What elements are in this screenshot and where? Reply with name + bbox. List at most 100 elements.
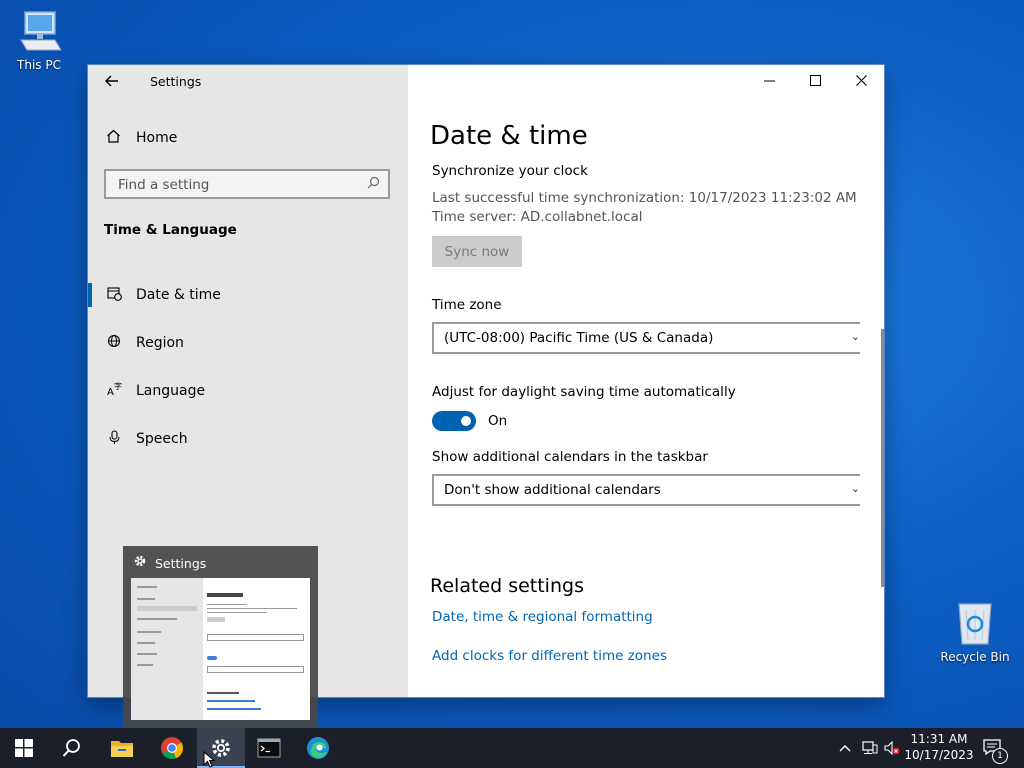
thumbnail-title: Settings — [155, 555, 207, 571]
chevron-up-icon — [839, 745, 851, 752]
mouse-cursor-icon — [203, 751, 215, 768]
preview-line — [137, 642, 155, 644]
sidebar-item-region[interactable]: Region — [88, 319, 408, 367]
recycle-bin-desktop-icon[interactable]: Recycle Bin — [940, 602, 1010, 664]
maximize-button[interactable] — [792, 65, 838, 99]
back-button[interactable] — [102, 73, 122, 91]
preview-line — [137, 586, 157, 588]
gear-icon — [133, 554, 147, 572]
svg-text:A: A — [107, 387, 114, 397]
preview-line — [207, 604, 247, 605]
calendars-dropdown[interactable]: Don't show additional calendars ⌄ — [432, 474, 860, 506]
search-box[interactable] — [104, 169, 390, 199]
calendar-clock-icon — [105, 286, 123, 305]
timezone-value: (UTC-08:00) Pacific Time (US & Canada) — [444, 330, 714, 346]
preview-line — [137, 631, 161, 633]
minimize-icon — [763, 80, 775, 82]
preview-line — [207, 617, 225, 622]
section-heading: Time & Language — [104, 222, 237, 238]
terminal-button[interactable] — [245, 728, 293, 768]
preview-line — [207, 692, 239, 694]
formatting-link[interactable]: Date, time & regional formatting — [432, 609, 653, 625]
preview-line — [137, 664, 153, 666]
taskbar-thumbnail[interactable]: Settings — [123, 546, 318, 728]
dst-state: On — [488, 413, 508, 429]
preview-toggle — [207, 656, 217, 660]
home-label: Home — [136, 130, 178, 146]
chrome-button[interactable] — [148, 728, 196, 768]
preview-line — [137, 598, 155, 600]
speaker-muted-icon — [884, 741, 900, 755]
sidebar-item-speech[interactable]: Speech — [88, 415, 408, 463]
taskbar: 11:31 AM 10/17/2023 1 — [0, 728, 1024, 768]
terminal-icon — [257, 738, 281, 758]
volume-button[interactable] — [884, 728, 900, 768]
computer-icon — [15, 10, 63, 54]
preview-link — [207, 700, 255, 702]
preview-link — [207, 708, 261, 710]
chevron-down-icon: ⌄ — [850, 330, 860, 343]
related-settings-title: Related settings — [430, 575, 584, 597]
notification-center-button[interactable]: 1 — [982, 728, 1008, 768]
app-title: Settings — [150, 74, 202, 89]
windows-logo-icon — [15, 739, 33, 757]
chrome-icon — [161, 737, 184, 760]
language-icon: A字 — [105, 381, 123, 401]
preview-line — [137, 606, 197, 611]
network-icon — [862, 741, 878, 754]
edge-icon — [307, 737, 329, 759]
search-input[interactable] — [116, 176, 360, 194]
notification-count-badge: 1 — [992, 748, 1008, 764]
svg-text:字: 字 — [114, 382, 122, 391]
maximize-icon — [809, 75, 821, 86]
thumbnail-preview — [131, 578, 310, 720]
arrow-left-icon — [105, 75, 118, 87]
search-icon — [62, 739, 80, 757]
calendars-label: Show additional calendars in the taskbar — [432, 449, 708, 465]
sync-now-button[interactable]: Sync now — [432, 236, 522, 267]
dst-toggle[interactable] — [432, 411, 476, 431]
calendars-value: Don't show additional calendars — [444, 482, 661, 498]
sidebar-item-language[interactable]: A字 Language — [88, 367, 408, 415]
close-icon — [855, 75, 867, 86]
folder-icon — [111, 741, 133, 757]
preview-line — [207, 612, 267, 613]
search-taskbar-button[interactable] — [48, 728, 96, 768]
preview-line — [137, 653, 157, 655]
edge-button[interactable] — [294, 728, 342, 768]
globe-icon — [105, 334, 123, 353]
home-icon — [104, 129, 122, 147]
scrollbar[interactable] — [881, 329, 884, 587]
taskbar-clock[interactable]: 11:31 AM 10/17/2023 — [900, 731, 978, 763]
sidebar-nav: Date & time Region A字 Language Speech — [88, 271, 408, 463]
preview-line — [207, 634, 304, 641]
dst-label: Adjust for daylight saving time automati… — [432, 384, 736, 400]
sync-heading: Synchronize your clock — [432, 163, 588, 179]
file-explorer-button[interactable] — [98, 728, 146, 768]
preview-line — [207, 608, 297, 609]
close-button[interactable] — [838, 65, 884, 99]
this-pc-desktop-icon[interactable]: This PC — [4, 10, 74, 72]
minimize-button[interactable] — [746, 65, 792, 99]
this-pc-label: This PC — [17, 58, 61, 72]
main-content: Date & time Synchronize your clock Last … — [408, 65, 884, 697]
sidebar-item-label: Date & time — [136, 287, 221, 303]
timezone-dropdown[interactable]: (UTC-08:00) Pacific Time (US & Canada) ⌄ — [432, 322, 860, 354]
page-title: Date & time — [430, 121, 588, 151]
sidebar-item-label: Region — [136, 335, 184, 351]
chevron-down-icon: ⌄ — [850, 482, 860, 495]
recycle-bin-icon — [951, 602, 999, 646]
show-hidden-icons-button[interactable] — [838, 728, 852, 768]
network-button[interactable] — [862, 728, 878, 768]
search-icon — [367, 176, 380, 193]
microphone-icon — [105, 429, 123, 449]
start-button[interactable] — [0, 728, 48, 768]
timezone-label: Time zone — [432, 297, 502, 313]
last-sync-text: Last successful time synchronization: 10… — [432, 190, 857, 206]
preview-line — [207, 666, 304, 673]
home-nav-item[interactable]: Home — [104, 129, 177, 147]
clock-date: 10/17/2023 — [904, 748, 974, 762]
add-clocks-link[interactable]: Add clocks for different time zones — [432, 648, 667, 664]
toggle-knob — [461, 416, 471, 426]
sidebar-item-date-time[interactable]: Date & time — [88, 271, 408, 319]
